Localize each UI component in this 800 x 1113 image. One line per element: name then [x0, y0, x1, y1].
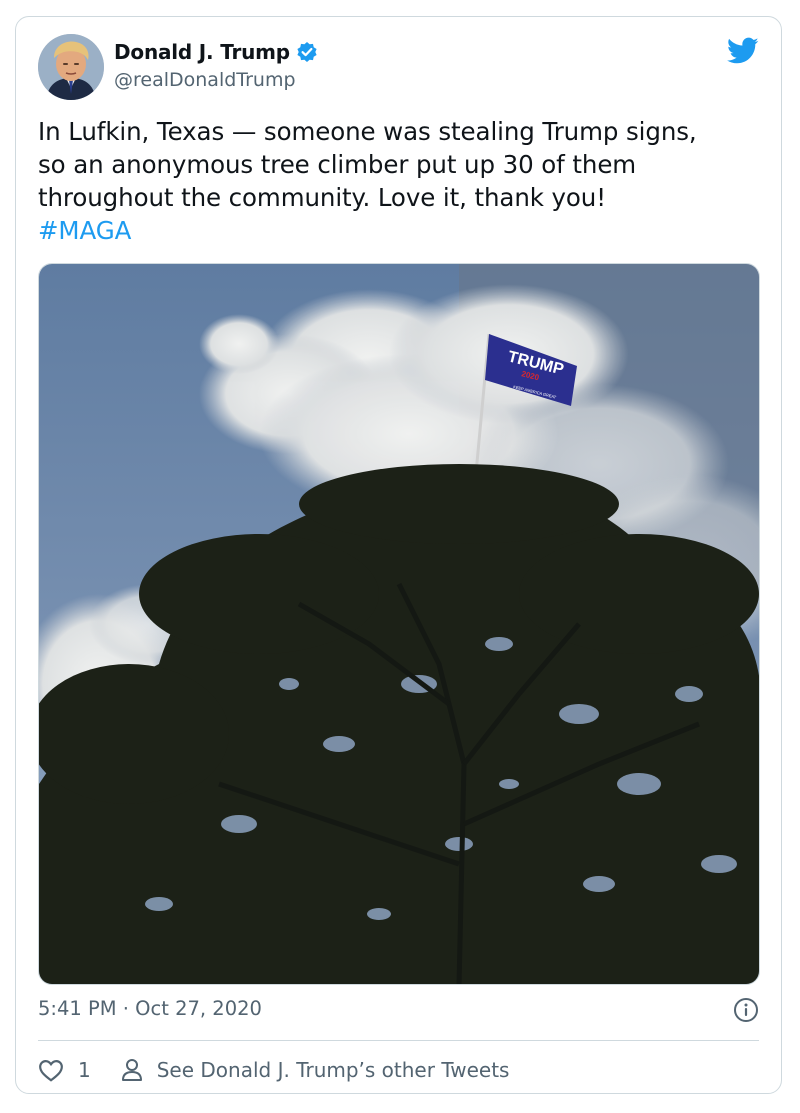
verified-badge-icon — [296, 41, 318, 63]
divider — [38, 1040, 759, 1041]
other-tweets-label: See Donald J. Trump’s other Tweets — [156, 1058, 510, 1082]
like-count: 1 — [78, 1058, 91, 1082]
tweet-text-line-3: throughout the community. Love it, thank… — [38, 183, 606, 212]
author-handle[interactable]: @realDonaldTrump — [114, 69, 296, 91]
tweet-timestamp[interactable]: 5:41 PM · Oct 27, 2020 — [38, 997, 262, 1020]
person-icon — [121, 1059, 142, 1081]
author-name-text: Donald J. Trump — [114, 40, 290, 64]
tweet-text-line-1: In Lufkin, Texas — someone was stealing … — [38, 117, 697, 146]
other-tweets-link[interactable]: See Donald J. Trump’s other Tweets — [121, 1058, 510, 1082]
tweet-card[interactable]: Donald J. Trump @realDonaldTrump In Lufk… — [15, 16, 782, 1094]
hashtag-link[interactable]: #MAGA — [38, 214, 768, 247]
tweet-photo[interactable]: TRUMP 2020 KEEP AMERICA GREAT — [38, 263, 760, 985]
action-bar: 1 See Donald J. Trump’s other Tweets — [38, 1053, 509, 1087]
author-name[interactable]: Donald J. Trump — [114, 40, 318, 64]
photo-scene: TRUMP 2020 KEEP AMERICA GREAT — [39, 264, 759, 984]
twitter-bird-icon[interactable] — [727, 37, 759, 65]
like-button[interactable]: 1 — [38, 1058, 121, 1082]
tweet-text-line-2: so an anonymous tree climber put up 30 o… — [38, 150, 637, 179]
avatar[interactable] — [38, 34, 104, 100]
info-icon[interactable] — [733, 997, 759, 1023]
tweet-text: In Lufkin, Texas — someone was stealing … — [38, 115, 768, 247]
heart-icon — [39, 1060, 63, 1082]
